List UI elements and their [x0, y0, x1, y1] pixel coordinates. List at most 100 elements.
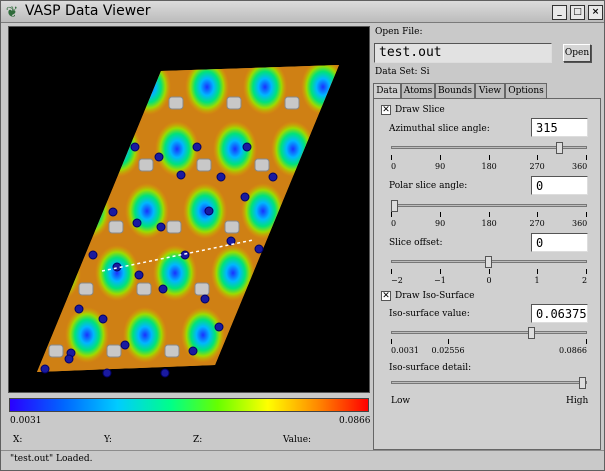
status-text: "test.out" Loaded. [10, 454, 93, 464]
draw-slice-checkbox[interactable]: ✕ [381, 105, 391, 115]
slider-tick [440, 269, 441, 274]
atom [40, 364, 50, 374]
title-bar[interactable]: ❦ VASP Data Viewer _ □ × [1, 1, 604, 23]
draw-iso-checkbox[interactable]: ✕ [381, 291, 391, 301]
atom [268, 172, 278, 182]
slider-tick [391, 269, 392, 274]
density-blob [37, 245, 81, 301]
slider-tick-label: 180 [481, 162, 497, 171]
iso-value-slider[interactable] [391, 327, 587, 339]
iso-surface-lobe [48, 344, 64, 358]
iso-detail-slider-track [391, 381, 587, 384]
azimuthal-slider[interactable] [391, 142, 587, 154]
density-blob [123, 307, 167, 363]
iso-surface-lobe [312, 158, 328, 172]
iso-surface-lobe [108, 220, 124, 234]
slider-tick [586, 269, 587, 274]
slider-tick [537, 269, 538, 274]
close-button[interactable]: × [588, 5, 603, 20]
tab-view[interactable]: View [475, 83, 505, 99]
iso-detail-slider-thumb[interactable] [579, 377, 586, 389]
atom [156, 222, 166, 232]
iso-value-slider-thumb[interactable] [527, 327, 535, 339]
open-file-label: Open File: [375, 27, 423, 37]
azimuthal-ticks: 0 90 180 270 360 [391, 155, 587, 171]
minimize-button[interactable]: _ [552, 5, 567, 20]
offset-slider[interactable] [391, 256, 587, 268]
tab-bounds[interactable]: Bounds [435, 83, 475, 99]
iso-surface-lobe [196, 158, 212, 172]
slider-tick [586, 155, 587, 160]
offset-input[interactable]: 0 [531, 233, 588, 252]
azimuthal-label: Azimuthal slice angle: [389, 124, 490, 134]
status-divider [1, 450, 604, 451]
iso-surface-lobe [282, 220, 298, 234]
tab-options[interactable]: Options [505, 83, 547, 99]
azimuthal-slider-thumb[interactable] [555, 142, 563, 154]
iso-surface-lobe [343, 97, 357, 109]
colorbar-min-label: 0.0031 [10, 416, 42, 426]
polar-slider[interactable] [391, 200, 587, 212]
dataset-label: Data Set: Si [375, 67, 430, 77]
density-blob [181, 307, 225, 363]
y-readout: Y: [104, 435, 112, 445]
iso-value-slider-track [391, 331, 587, 334]
atom [154, 152, 164, 162]
atom [108, 207, 118, 217]
slider-tick-label: 90 [435, 162, 446, 171]
iso-surface-lobe [136, 282, 152, 296]
slider-tick [586, 212, 587, 217]
offset-slider-thumb[interactable] [485, 256, 492, 268]
slider-tick-label: 2 [582, 276, 588, 285]
polar-slider-thumb[interactable] [391, 200, 398, 212]
z-readout: Z: [193, 435, 203, 445]
maximize-button[interactable]: □ [570, 5, 585, 20]
open-button[interactable]: Open [563, 44, 591, 62]
atom [88, 250, 98, 260]
azimuthal-input[interactable]: 315 [531, 118, 588, 137]
density-blob [95, 245, 139, 301]
slider-tick [489, 212, 490, 217]
iso-surface-lobe [194, 282, 210, 296]
iso-surface-lobe [254, 158, 270, 172]
density-blob [67, 183, 111, 239]
atom [176, 170, 186, 180]
iso-surface-lobe [106, 344, 122, 358]
slider-tick [586, 339, 587, 344]
atom [200, 294, 210, 304]
atom [242, 142, 252, 152]
atom [192, 142, 202, 152]
tab-atoms[interactable]: Atoms [401, 83, 435, 99]
slider-tick-label: 270 [529, 219, 545, 228]
offset-label: Slice offset: [389, 238, 443, 248]
atom [204, 206, 214, 216]
atom [74, 304, 84, 314]
iso-detail-label: Iso-surface detail: [389, 363, 472, 373]
slider-tick-label: −2 [391, 276, 403, 285]
iso-surface-lobe [252, 282, 268, 296]
iso-value-input[interactable]: 0.06375 [531, 304, 588, 323]
iso-surface-lobe [224, 220, 240, 234]
iso-surface-lobe [164, 344, 180, 358]
iso-value-ticks: 0.0031 0.02556 0.0866 [391, 339, 587, 355]
iso-surface-lobe [78, 282, 94, 296]
slider-tick [440, 212, 441, 217]
file-path-input[interactable]: test.out [374, 43, 552, 63]
iso-detail-slider[interactable] [391, 377, 587, 389]
slider-tick-label: 0 [391, 219, 397, 228]
slider-tick [391, 155, 392, 160]
slider-tick [489, 155, 490, 160]
3d-viewport[interactable] [8, 26, 370, 393]
density-blob [301, 65, 339, 115]
iso-surface-lobe [168, 96, 184, 110]
slider-tick-label: 0.0866 [559, 346, 587, 355]
polar-input[interactable]: 0 [531, 176, 588, 195]
atom [180, 250, 190, 260]
iso-surface-lobe [222, 344, 238, 358]
slider-tick [448, 339, 449, 344]
density-blob [155, 121, 199, 177]
atom [214, 322, 224, 332]
slider-tick-label: 360 [572, 219, 588, 228]
slider-tick [537, 212, 538, 217]
app-icon[interactable]: ❦ [4, 4, 20, 20]
